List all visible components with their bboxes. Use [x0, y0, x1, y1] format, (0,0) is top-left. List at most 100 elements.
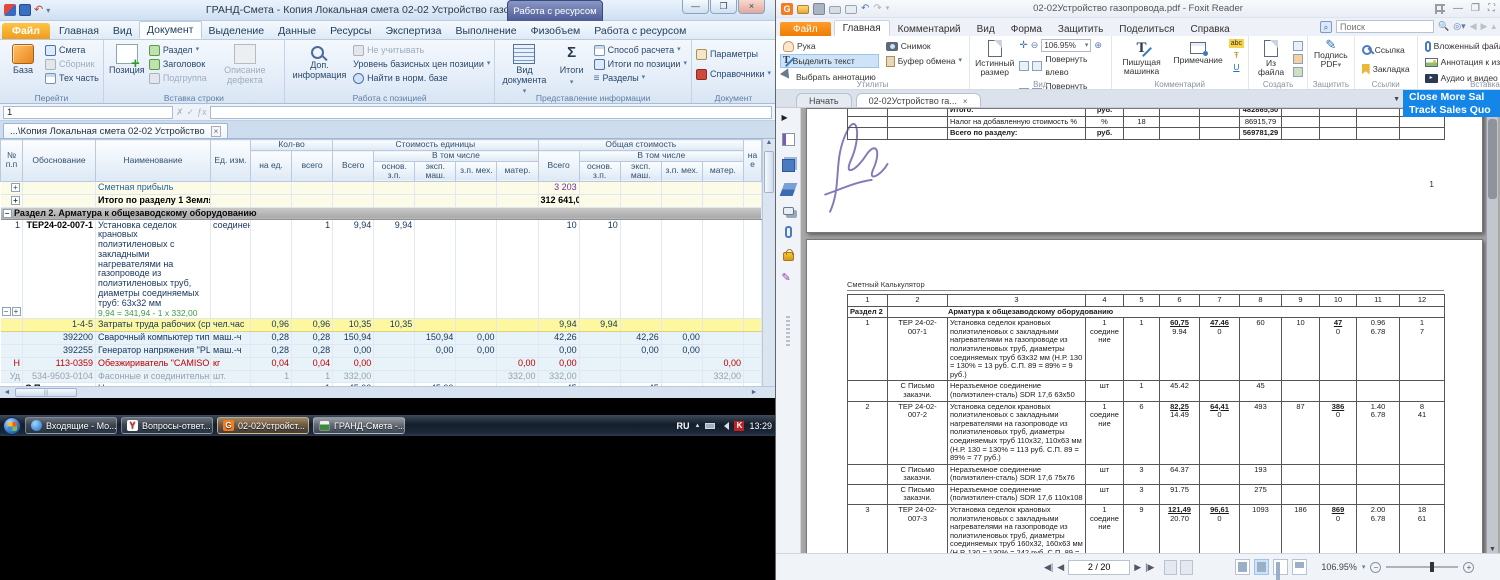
skip-button[interactable]: Не учитывать — [353, 44, 490, 56]
grid-cell[interactable]: 332,00 — [538, 370, 580, 384]
column-header[interactable]: Общая стоимость — [537, 139, 745, 151]
table-row[interactable]: Н113-0359Обезжириватель "CAMISOLVE"кг0,0… — [0, 357, 762, 372]
close-tab-icon[interactable]: × — [963, 97, 968, 106]
find-next-icon[interactable]: ▶ — [1481, 21, 1488, 32]
collapse-icon[interactable]: − — [1, 307, 11, 317]
grid-cell[interactable]: 0,28 — [250, 344, 293, 359]
zagolovok-button[interactable]: Заголовок — [148, 58, 207, 70]
grid-cell[interactable]: Уд — [0, 370, 23, 384]
grid-cell[interactable]: 3 203 — [538, 181, 580, 195]
totals-button[interactable]: Σ Итоги ▾ — [553, 42, 591, 92]
grid-cell[interactable] — [22, 194, 96, 208]
grid-cell[interactable]: Фасонные и соединительные ... — [95, 370, 211, 384]
grid-cell[interactable]: 534-9503-0104 — [22, 370, 96, 384]
grid-cell[interactable] — [496, 318, 539, 333]
grid-cell[interactable]: 10,35 — [332, 318, 375, 333]
position-totals-button[interactable]: Итоги по позиции ▾ — [593, 58, 687, 70]
sign-pdf-button[interactable]: ✎ Подпись PDF▾ — [1312, 38, 1350, 79]
grid-cell[interactable]: 0,96 — [291, 318, 334, 333]
marquee-zoom-icon[interactable] — [1019, 61, 1030, 71]
grid-cell[interactable]: шт. — [210, 370, 251, 384]
grid-cell[interactable] — [702, 181, 745, 195]
expand-icon[interactable]: + — [11, 182, 20, 192]
grid-cell[interactable] — [702, 318, 745, 333]
zoom-combobox[interactable]: 106.95% ▾ — [1041, 39, 1092, 52]
save-icon[interactable] — [813, 2, 825, 15]
grid-cell[interactable] — [455, 181, 498, 195]
email-icon[interactable] — [845, 5, 857, 14]
tab-Данные[interactable]: Данные — [271, 23, 323, 39]
tab-Файл[interactable]: Файл — [780, 22, 831, 36]
taskbar-button[interactable]: ГРАНД-Смета -... — [313, 417, 405, 434]
grid-cell[interactable] — [661, 357, 703, 372]
document-tab[interactable]: 02-02Устройство га... × — [855, 93, 981, 107]
grid-cell[interactable]: 392255 — [22, 344, 96, 359]
clipboard-button[interactable]: Буфер обмена ▾ — [883, 54, 965, 68]
from-clipboard-icon[interactable] — [1293, 41, 1304, 51]
grid-cell[interactable] — [496, 331, 539, 346]
grid-cell[interactable] — [579, 181, 621, 195]
grid-cell[interactable] — [620, 318, 662, 333]
search-icon[interactable]: 🔍 — [1438, 21, 1449, 32]
grid-cell[interactable] — [743, 331, 762, 346]
minimize-button[interactable]: — — [1453, 3, 1463, 15]
table-row[interactable]: + Итого по разделу 1 Земляные работы 312 6… — [0, 194, 762, 208]
grid-cell[interactable] — [332, 194, 375, 208]
underline-icon[interactable]: U — [1229, 62, 1244, 72]
document-tab[interactable]: ...\Копия Локальная смета 02-02 Устройст… — [3, 123, 229, 138]
grid-cell[interactable] — [250, 194, 293, 208]
grid-cell[interactable] — [579, 370, 621, 384]
panel-grip[interactable] — [786, 316, 790, 346]
close-button[interactable]: ⛶ — [1488, 3, 1495, 15]
first-page-icon[interactable]: ◀| — [1044, 562, 1053, 573]
column-header[interactable]: з.п. мех. — [455, 160, 498, 182]
column-header[interactable]: основ. з.п. — [373, 160, 416, 182]
grid-cell[interactable] — [579, 331, 621, 346]
restore-button[interactable]: ❐ — [1471, 3, 1480, 15]
grid-cell[interactable] — [620, 357, 662, 372]
grid-cell[interactable]: + — [0, 181, 23, 195]
expand-icon[interactable]: + — [11, 195, 20, 205]
grid-cell[interactable]: 0,28 — [250, 331, 293, 346]
grid-vertical-scrollbar[interactable]: ▲ — [762, 139, 775, 386]
grid-cell[interactable]: Установка седелок крановых полиэтиленовы… — [95, 219, 211, 320]
column-header[interactable]: № п.п — [0, 139, 23, 182]
zoom-dropdown-icon[interactable]: ▾ — [1362, 563, 1366, 571]
grid-cell[interactable] — [702, 344, 745, 359]
tab-Вид[interactable]: Вид — [106, 23, 139, 39]
typewriter-button[interactable]: T Пишущая машинка — [1116, 39, 1168, 79]
strikeout-icon[interactable]: Ŧ — [1229, 50, 1244, 60]
grid-cell[interactable] — [414, 318, 457, 333]
close-tab-icon[interactable]: × — [210, 126, 222, 137]
grid-cell[interactable]: 1-4-5 — [22, 318, 96, 333]
grid-cell[interactable]: 312 641,00 — [538, 194, 580, 208]
zoom-in-icon[interactable]: ⊕ — [1094, 39, 1102, 52]
table-row[interactable]: 1− + ТЕР24-02-007-1 Установка седелок крано… — [0, 219, 762, 320]
table-row[interactable]: − Раздел 2. Арматура к общезаводскому об… — [0, 207, 762, 220]
grid-cell[interactable] — [620, 194, 662, 208]
grid-cell[interactable] — [661, 181, 703, 195]
bookmark-button[interactable]: Закладка — [1359, 62, 1413, 76]
loupe-icon[interactable] — [1032, 61, 1043, 71]
grid-cell[interactable]: 1− + — [0, 219, 23, 320]
pages-panel-icon[interactable] — [781, 159, 795, 172]
true-size-button[interactable]: Истинный размер — [974, 39, 1015, 79]
table-row[interactable]: 392255Генератор напряжения "PLU...маш.-ч… — [0, 344, 762, 359]
rotate-left-button[interactable]: Повернуть влево — [1045, 53, 1106, 79]
grid-cell[interactable] — [496, 344, 539, 359]
column-header[interactable]: Стоимость единицы — [332, 139, 539, 151]
grid-cell[interactable] — [22, 181, 96, 195]
tab-Вид[interactable]: Вид — [969, 22, 1003, 36]
column-header[interactable]: В том числе — [373, 150, 539, 162]
scroll-left-icon[interactable]: ◄ — [0, 387, 14, 398]
grid-cell[interactable] — [496, 219, 539, 320]
next-page-icon[interactable]: ▶ — [1134, 562, 1141, 573]
grid-cell[interactable]: 42,26 — [538, 331, 580, 346]
taskbar-button[interactable]: Y Вопросы-ответ... — [121, 417, 213, 434]
table-row[interactable]: Уд534-9503-0104Фасонные и соединительные… — [0, 370, 762, 384]
grid-cell[interactable] — [702, 331, 745, 346]
grid-cell[interactable] — [620, 181, 662, 195]
grid-cell[interactable] — [579, 194, 621, 208]
grid-cell[interactable] — [620, 219, 662, 320]
tab-Выделение[interactable]: Выделение — [202, 23, 272, 39]
